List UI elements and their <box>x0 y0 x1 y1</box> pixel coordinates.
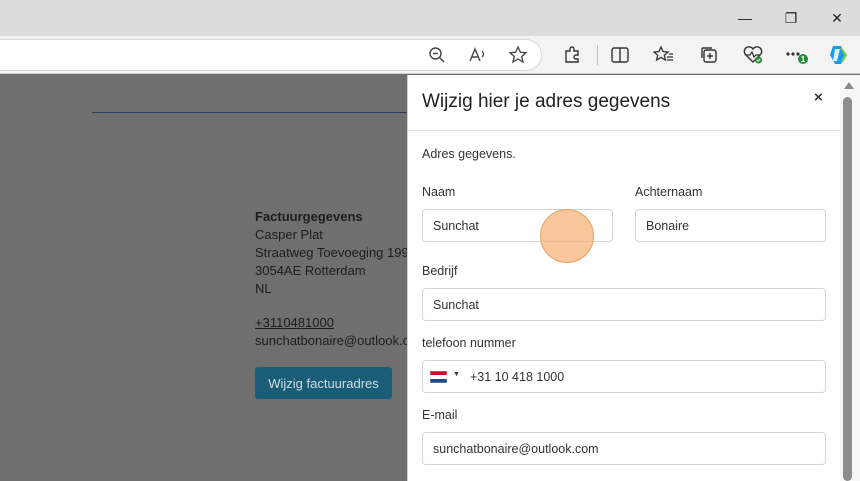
extensions-icon[interactable] <box>560 43 584 67</box>
modal-intro-text: Adres gegevens. <box>422 147 516 161</box>
close-window-button[interactable]: ✕ <box>814 0 860 36</box>
zoom-out-icon[interactable] <box>425 43 449 67</box>
company-field[interactable] <box>422 288 826 321</box>
edit-billing-address-button[interactable]: Wijzig factuuradres <box>255 367 392 399</box>
phone-label: telefoon nummer <box>422 336 516 350</box>
edit-address-modal: Wijzig hier je adres gegevens × Adres ge… <box>407 75 841 481</box>
billing-spacer <box>255 298 407 314</box>
modal-close-button[interactable]: × <box>814 89 823 106</box>
country-dropdown-caret-icon[interactable]: ▼ <box>453 371 460 378</box>
last-name-field[interactable] <box>635 209 826 242</box>
phone-field[interactable] <box>422 360 826 393</box>
split-screen-icon[interactable] <box>608 43 632 67</box>
billing-heading: Factuurgegevens <box>255 209 363 224</box>
billing-name: Casper Plat <box>255 227 323 242</box>
address-bar[interactable] <box>0 39 542 71</box>
billing-country: NL <box>255 281 272 296</box>
favorite-star-icon[interactable] <box>506 43 530 67</box>
browser-toolbar: 1 <box>0 36 860 74</box>
title-bar: — ❐ ✕ <box>0 0 860 36</box>
last-name-label: Achternaam <box>635 185 703 199</box>
billing-street: Straatweg Toevoeging 199 <box>255 245 407 260</box>
billing-phone-link[interactable]: +3110481000 <box>255 314 407 332</box>
browser-essentials-icon[interactable] <box>741 43 765 67</box>
favorites-icon[interactable] <box>652 43 676 67</box>
more-badge: 1 <box>801 55 806 64</box>
email-label: E-mail <box>422 408 458 422</box>
billing-details: Factuurgegevens Casper Plat Straatweg To… <box>255 208 407 350</box>
company-label: Bedrijf <box>422 264 458 278</box>
more-icon[interactable]: 1 <box>784 43 808 67</box>
email-field[interactable] <box>422 432 826 465</box>
scrollbar-thumb[interactable] <box>843 97 852 481</box>
modal-header-divider <box>408 130 841 131</box>
first-name-label: Naam <box>422 185 456 199</box>
page-divider <box>92 112 412 113</box>
read-aloud-icon[interactable] <box>466 43 490 67</box>
copilot-icon[interactable] <box>826 43 850 67</box>
toolbar-separator <box>597 45 598 65</box>
minimize-button[interactable]: — <box>722 0 768 36</box>
billing-city: 3054AE Rotterdam <box>255 263 366 278</box>
restore-button[interactable]: ❐ <box>768 0 814 36</box>
modal-title: Wijzig hier je adres gegevens <box>422 91 671 112</box>
cursor-highlight <box>540 209 594 263</box>
scroll-up-arrow-icon[interactable] <box>844 82 854 89</box>
collections-icon[interactable] <box>697 43 721 67</box>
netherlands-flag-icon[interactable] <box>429 370 448 384</box>
billing-email: sunchatbonaire@outlook.com <box>255 333 407 348</box>
